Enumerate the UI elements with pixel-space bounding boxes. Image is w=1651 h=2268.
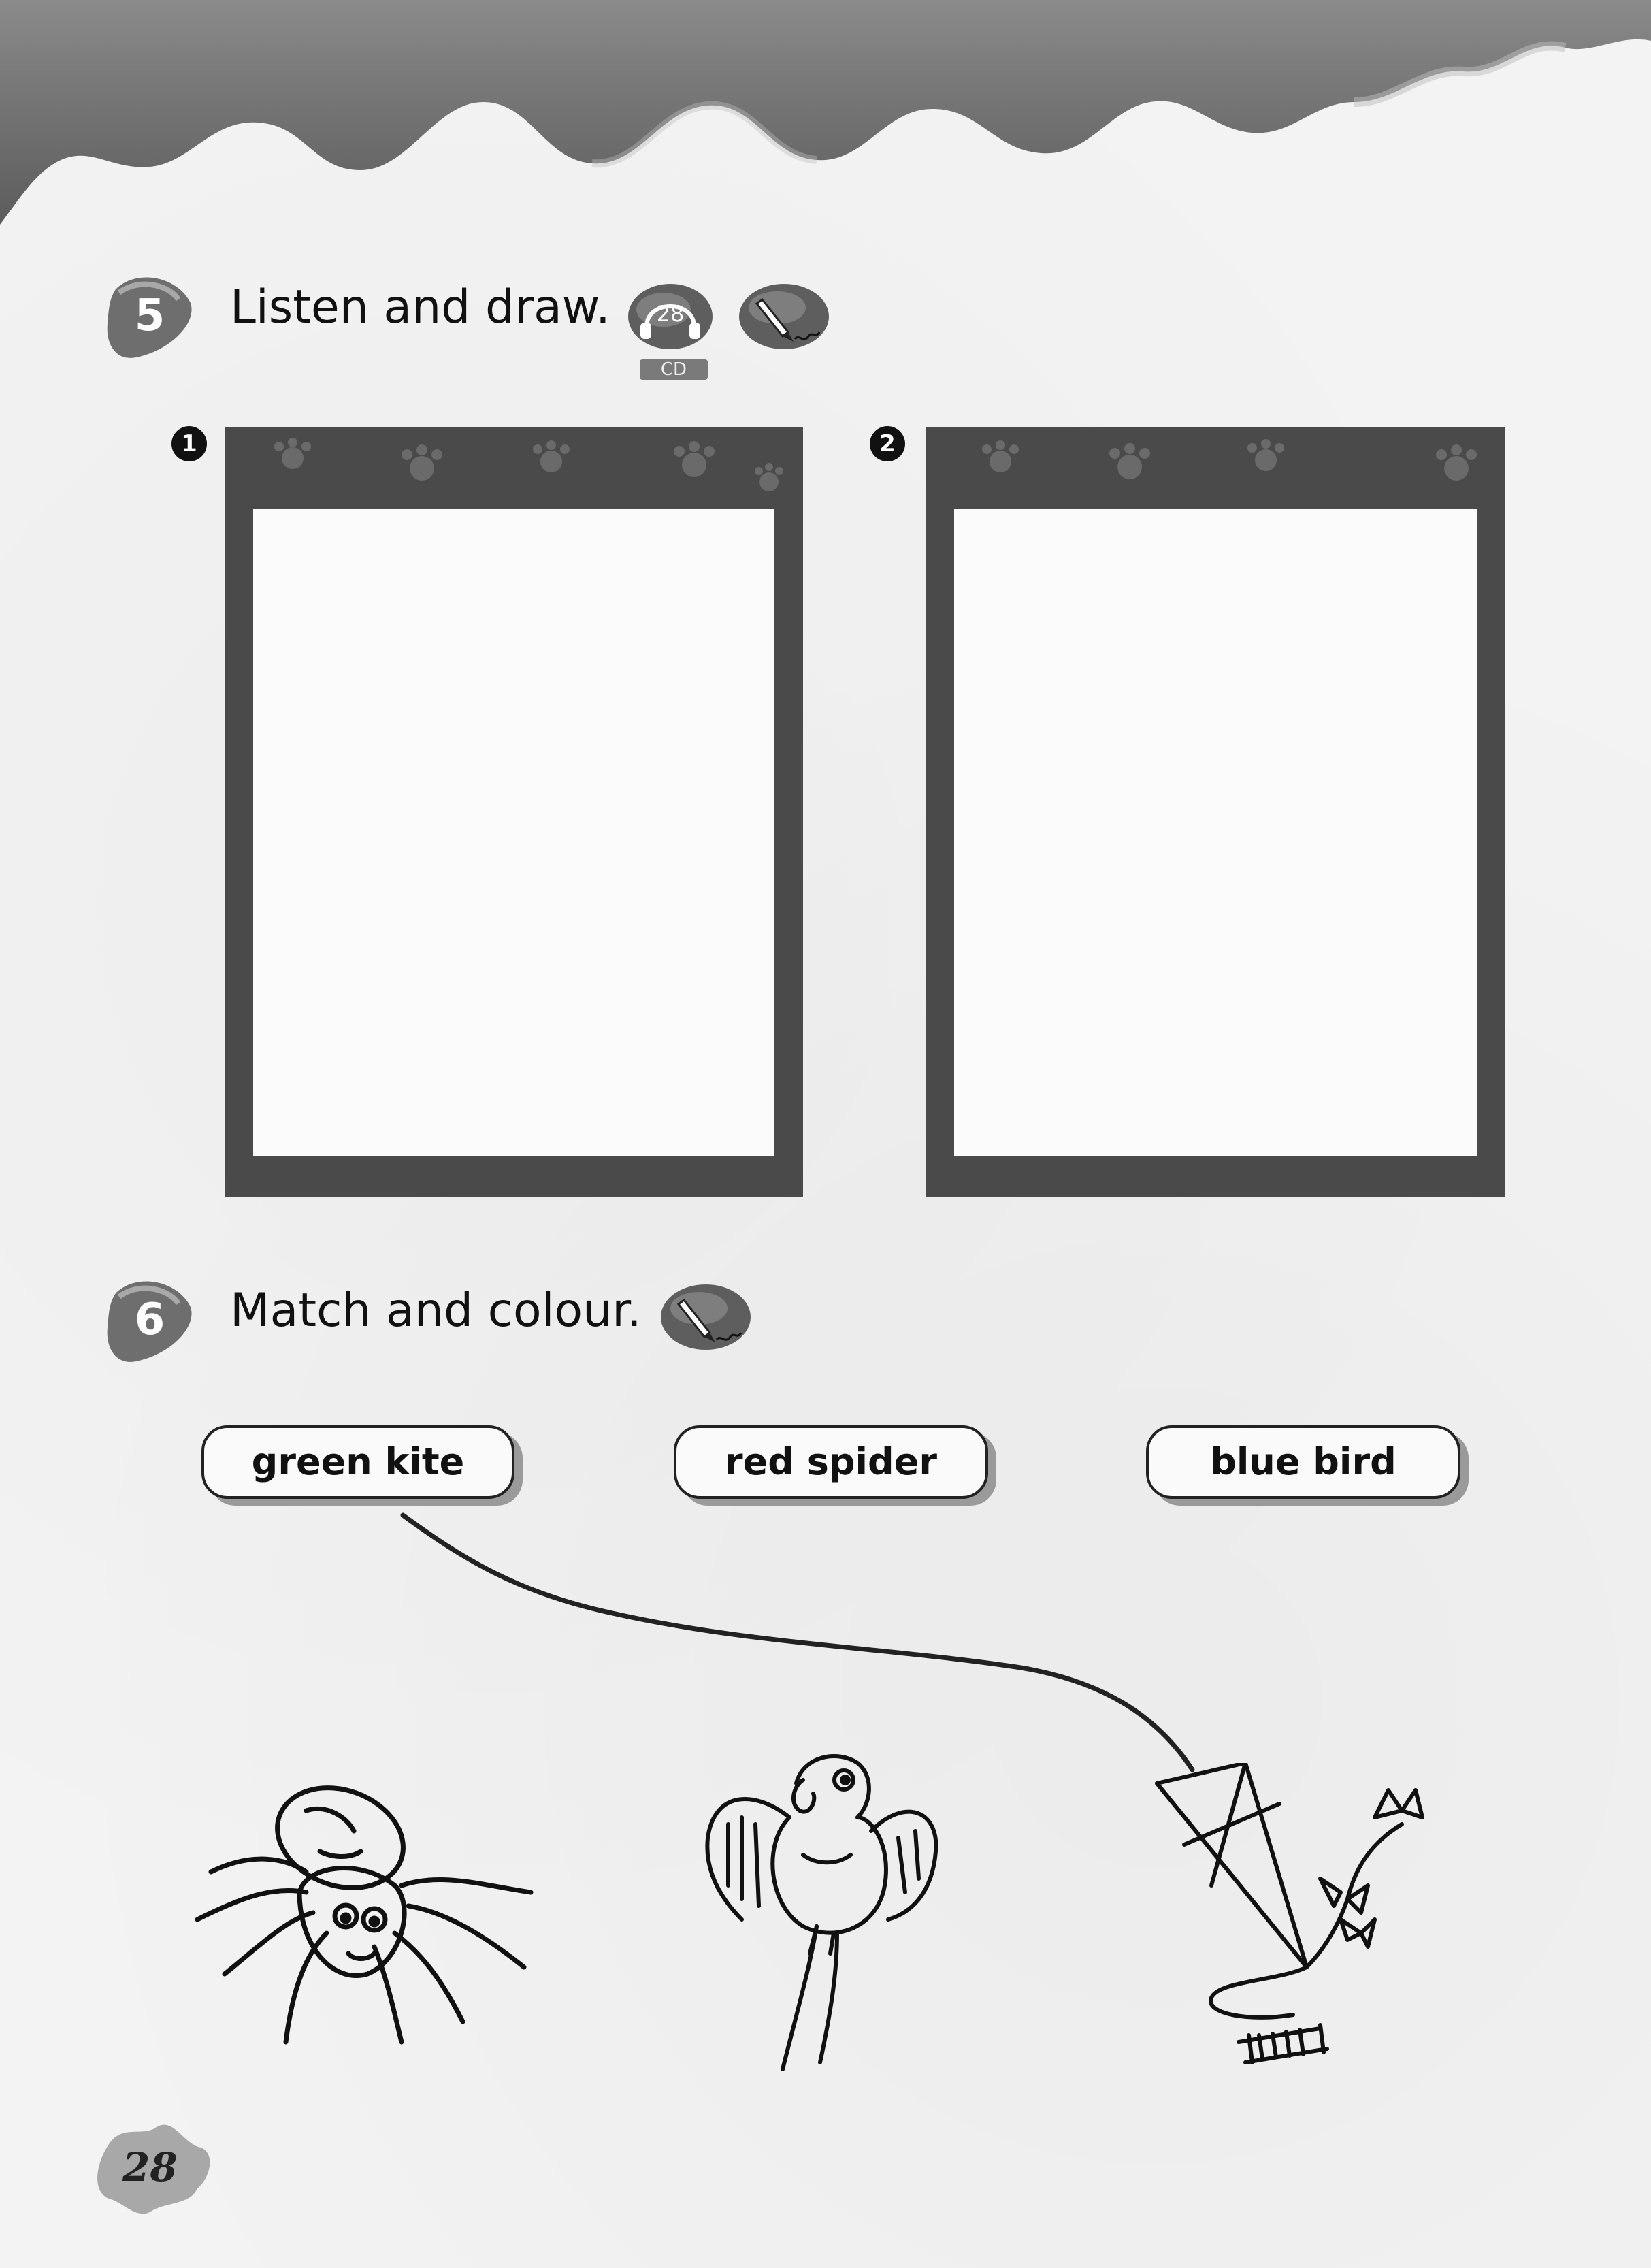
kite-picture[interactable] bbox=[1143, 1763, 1443, 2083]
spider-picture[interactable] bbox=[170, 1756, 558, 2062]
bird-picture[interactable] bbox=[701, 1729, 946, 2096]
page-number: 28 bbox=[122, 2144, 178, 2190]
